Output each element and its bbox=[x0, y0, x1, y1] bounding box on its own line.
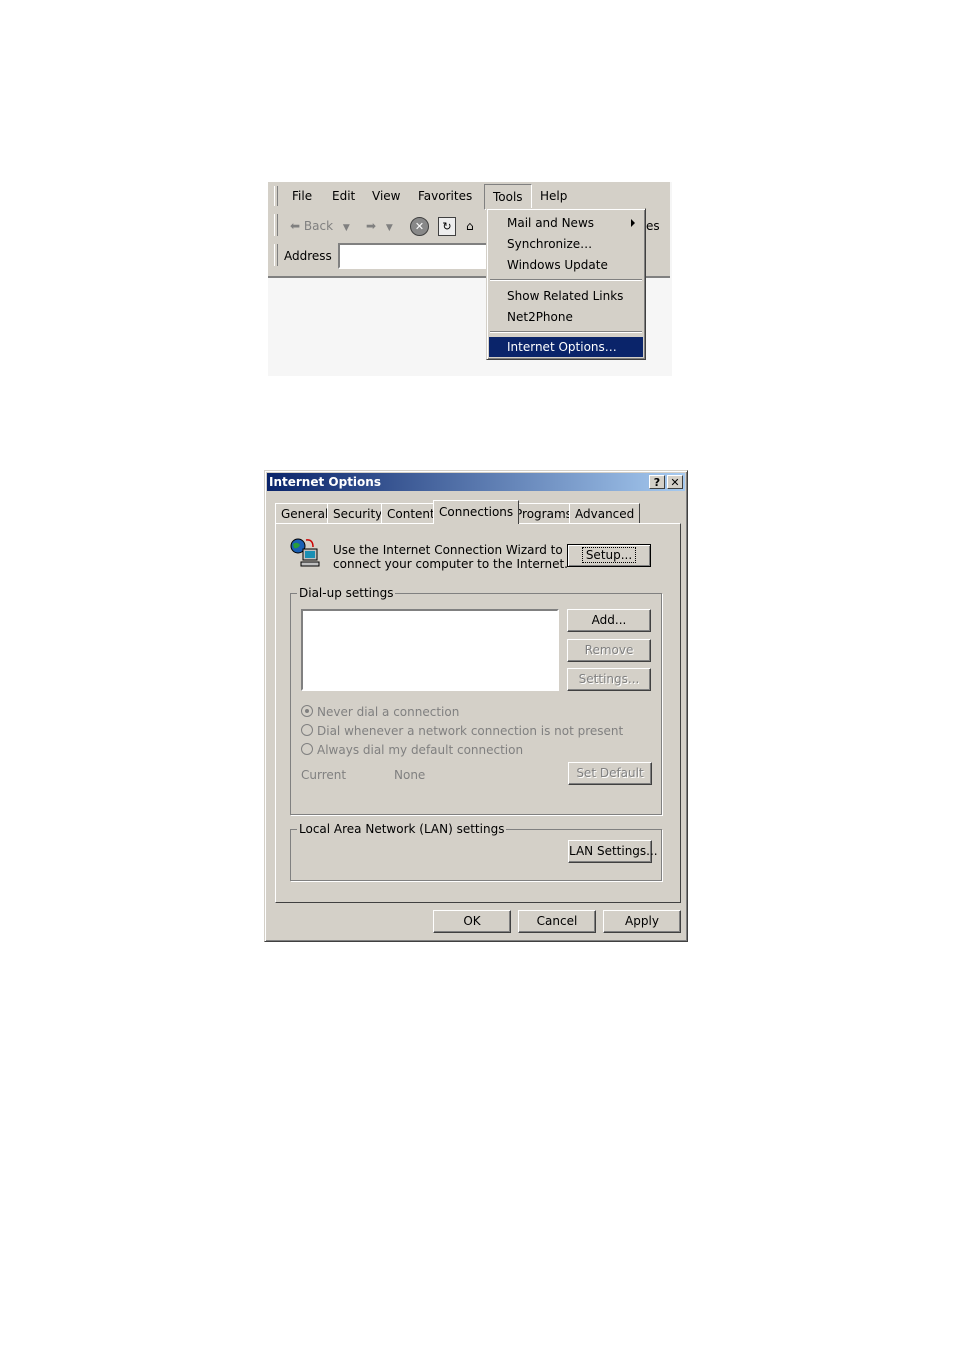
settings-button[interactable]: Settings... bbox=[567, 668, 651, 691]
menubar-grip[interactable] bbox=[274, 186, 278, 206]
forward-arrow-icon: ➡ bbox=[366, 219, 377, 233]
home-icon[interactable]: ⌂ bbox=[466, 212, 474, 240]
menu-item-show-related-links[interactable]: Show Related Links bbox=[489, 286, 643, 306]
menu-edit[interactable]: Edit bbox=[324, 184, 363, 208]
lan-settings-group: Local Area Network (LAN) settings LAN Se… bbox=[290, 822, 662, 881]
dialup-settings-group: Dial-up settings Add... Remove Settings.… bbox=[290, 586, 662, 815]
apply-button[interactable]: Apply bbox=[603, 910, 681, 933]
menu-view[interactable]: View bbox=[364, 184, 408, 208]
menu-item-windows-update[interactable]: Windows Update bbox=[489, 255, 643, 275]
ok-button[interactable]: OK bbox=[433, 910, 511, 933]
radio-label: Dial whenever a network connection is no… bbox=[317, 724, 624, 738]
setup-button[interactable]: Setup... bbox=[567, 544, 651, 567]
radio-indicator bbox=[301, 743, 313, 755]
tab-general[interactable]: General bbox=[275, 503, 335, 523]
radio-dial-whenever[interactable]: Dial whenever a network connection is no… bbox=[301, 723, 623, 739]
back-dropdown-icon[interactable]: ▼ bbox=[343, 223, 350, 233]
radio-indicator bbox=[301, 705, 313, 717]
lan-settings-button[interactable]: LAN Settings... bbox=[568, 840, 658, 863]
menu-item-internet-options[interactable]: Internet Options… bbox=[489, 337, 643, 357]
radio-always-dial[interactable]: Always dial my default connection bbox=[301, 742, 523, 758]
radio-label: Always dial my default connection bbox=[317, 743, 524, 757]
submenu-arrow-icon bbox=[631, 219, 635, 227]
menu-separator bbox=[490, 331, 642, 333]
menu-tools[interactable]: Tools bbox=[484, 184, 532, 210]
address-grip[interactable] bbox=[274, 244, 278, 266]
menu-item-mail-and-news[interactable]: Mail and News bbox=[489, 213, 643, 233]
radio-label: Never dial a connection bbox=[317, 705, 460, 719]
dialup-connections-list[interactable] bbox=[301, 609, 559, 691]
tab-programs[interactable]: Programs bbox=[509, 503, 578, 523]
dialog-titlebar[interactable]: Internet Options ? ✕ bbox=[267, 473, 685, 491]
tab-connections[interactable]: Connections bbox=[433, 500, 520, 524]
close-icon[interactable]: ✕ bbox=[667, 475, 683, 489]
tab-content[interactable]: Content bbox=[381, 503, 441, 523]
add-button[interactable]: Add... bbox=[567, 609, 651, 632]
setup-button-label: Setup... bbox=[581, 547, 637, 563]
refresh-icon[interactable]: ↻ bbox=[438, 217, 456, 236]
toolbar-grip[interactable] bbox=[274, 214, 278, 236]
address-label: Address bbox=[284, 249, 332, 263]
remove-button[interactable]: Remove bbox=[567, 639, 651, 662]
menu-item-synchronize[interactable]: Synchronize… bbox=[489, 234, 643, 254]
menu-help[interactable]: Help bbox=[532, 184, 575, 208]
cancel-button[interactable]: Cancel bbox=[518, 910, 596, 933]
menu-separator bbox=[490, 279, 642, 281]
current-label: Current bbox=[301, 768, 347, 782]
tab-security[interactable]: Security bbox=[327, 503, 389, 523]
radio-indicator bbox=[301, 724, 313, 736]
tab-advanced[interactable]: Advanced bbox=[569, 503, 641, 523]
back-label: Back bbox=[303, 219, 334, 233]
help-icon[interactable]: ? bbox=[649, 475, 665, 489]
current-value: None bbox=[394, 768, 426, 782]
lan-settings-legend: Local Area Network (LAN) settings bbox=[297, 822, 507, 837]
wizard-description: Use the Internet Connection Wizard to co… bbox=[333, 543, 568, 571]
menu-favorites[interactable]: Favorites bbox=[410, 184, 480, 208]
set-default-button[interactable]: Set Default bbox=[568, 762, 652, 785]
stop-icon[interactable]: ✕ bbox=[410, 217, 429, 236]
radio-never-dial[interactable]: Never dial a connection bbox=[301, 704, 459, 720]
connection-wizard-icon bbox=[290, 538, 320, 567]
menu-item-label: Mail and News bbox=[507, 216, 595, 230]
menu-item-net2phone[interactable]: Net2Phone bbox=[489, 307, 643, 327]
wizard-text-line2: connect your computer to the Internet. bbox=[333, 557, 568, 571]
ie-tools-menu-screenshot: File Edit View Favorites Tools Help ⬅ Ba… bbox=[268, 182, 672, 376]
dialog-title: Internet Options bbox=[269, 475, 381, 489]
wizard-text-line1: Use the Internet Connection Wizard to bbox=[333, 543, 563, 557]
address-input[interactable] bbox=[338, 243, 488, 269]
forward-dropdown-icon[interactable]: ▼ bbox=[386, 223, 393, 233]
back-arrow-icon: ⬅ bbox=[290, 219, 301, 233]
forward-button[interactable]: ➡ ▼ bbox=[366, 212, 393, 240]
tools-dropdown-menu: Mail and News Synchronize… Windows Updat… bbox=[486, 208, 646, 360]
toolbar-truncated-text: es bbox=[646, 219, 660, 233]
menu-file[interactable]: File bbox=[284, 184, 320, 208]
back-button[interactable]: ⬅ Back ▼ bbox=[290, 212, 350, 240]
internet-options-dialog: Internet Options ? ✕ General Security Co… bbox=[264, 470, 688, 942]
dialup-settings-legend: Dial-up settings bbox=[297, 586, 396, 601]
